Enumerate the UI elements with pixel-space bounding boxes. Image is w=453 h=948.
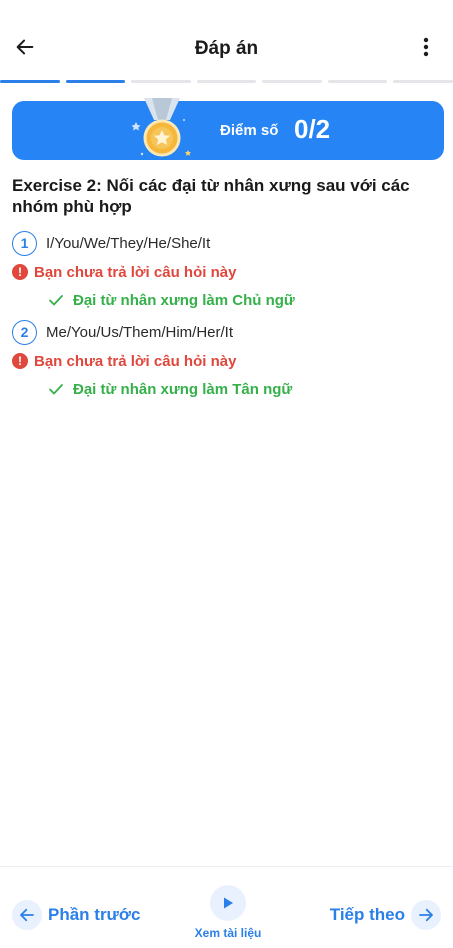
progress-segment <box>0 80 60 83</box>
more-options-button[interactable] <box>411 32 441 62</box>
progress-segment <box>196 80 257 83</box>
arrow-left-icon <box>12 900 42 930</box>
status-bar <box>0 0 453 10</box>
check-icon <box>49 295 63 306</box>
status-row: ! Bạn chưa trả lời câu hỏi này <box>12 262 442 282</box>
more-vertical-icon <box>423 37 429 57</box>
unanswered-status: Bạn chưa trả lời câu hỏi này <box>34 263 237 281</box>
view-documents-button[interactable]: Xem tài liệu <box>189 885 267 940</box>
progress-segment <box>393 80 453 83</box>
previous-label: Phần trước <box>48 905 141 924</box>
alert-icon: ! <box>12 264 28 280</box>
arrow-left-icon <box>16 39 34 55</box>
progress-bar <box>0 80 453 84</box>
bottom-nav: Phần trước Xem tài liệu Tiếp theo <box>0 866 453 948</box>
play-icon <box>210 885 246 921</box>
app-header: Đáp án <box>0 22 453 76</box>
view-documents-label: Xem tài liệu <box>194 926 262 940</box>
arrow-right-icon <box>411 900 441 930</box>
question-text: Me/You/Us/Them/Him/Her/It <box>46 323 233 341</box>
question-item: 2 Me/You/Us/Them/Him/Her/It ! Bạn chưa t… <box>12 319 442 399</box>
score-label: Điểm số <box>220 122 279 139</box>
progress-segment <box>327 80 388 83</box>
next-button[interactable]: Tiếp theo <box>324 900 441 930</box>
correct-answer: Đại từ nhân xưng làm Chủ ngữ <box>73 291 295 309</box>
medal-icon <box>132 98 191 157</box>
progress-segment <box>262 80 322 83</box>
question-item: 1 I/You/We/They/He/She/It ! Bạn chưa trả… <box>12 230 442 310</box>
question-number: 1 <box>12 230 37 256</box>
check-icon <box>49 384 63 395</box>
progress-segment <box>131 80 191 83</box>
status-row: ! Bạn chưa trả lời câu hỏi này <box>12 351 442 371</box>
page-title: Đáp án <box>194 38 259 59</box>
unanswered-status: Bạn chưa trả lời câu hỏi này <box>34 352 237 370</box>
exercise-title: Exercise 2: Nối các đại từ nhân xưng sau… <box>12 176 410 216</box>
correct-answer: Đại từ nhân xưng làm Tân ngữ <box>73 380 293 398</box>
question-number: 2 <box>12 319 37 345</box>
next-label: Tiếp theo <box>329 905 405 924</box>
question-row: 2 Me/You/Us/Them/Him/Her/It <box>12 319 442 345</box>
progress-segment <box>65 80 126 83</box>
correct-answer-row: Đại từ nhân xưng làm Tân ngữ <box>12 379 442 399</box>
correct-answer-row: Đại từ nhân xưng làm Chủ ngữ <box>12 290 442 310</box>
question-row: 1 I/You/We/They/He/She/It <box>12 230 442 256</box>
back-button[interactable] <box>10 32 40 62</box>
alert-icon: ! <box>12 353 28 369</box>
question-text: I/You/We/They/He/She/It <box>46 234 211 252</box>
score-value: 0/2 <box>294 114 331 144</box>
score-banner: Điểm số 0/2 <box>12 98 444 160</box>
previous-button[interactable]: Phần trước <box>12 900 146 930</box>
